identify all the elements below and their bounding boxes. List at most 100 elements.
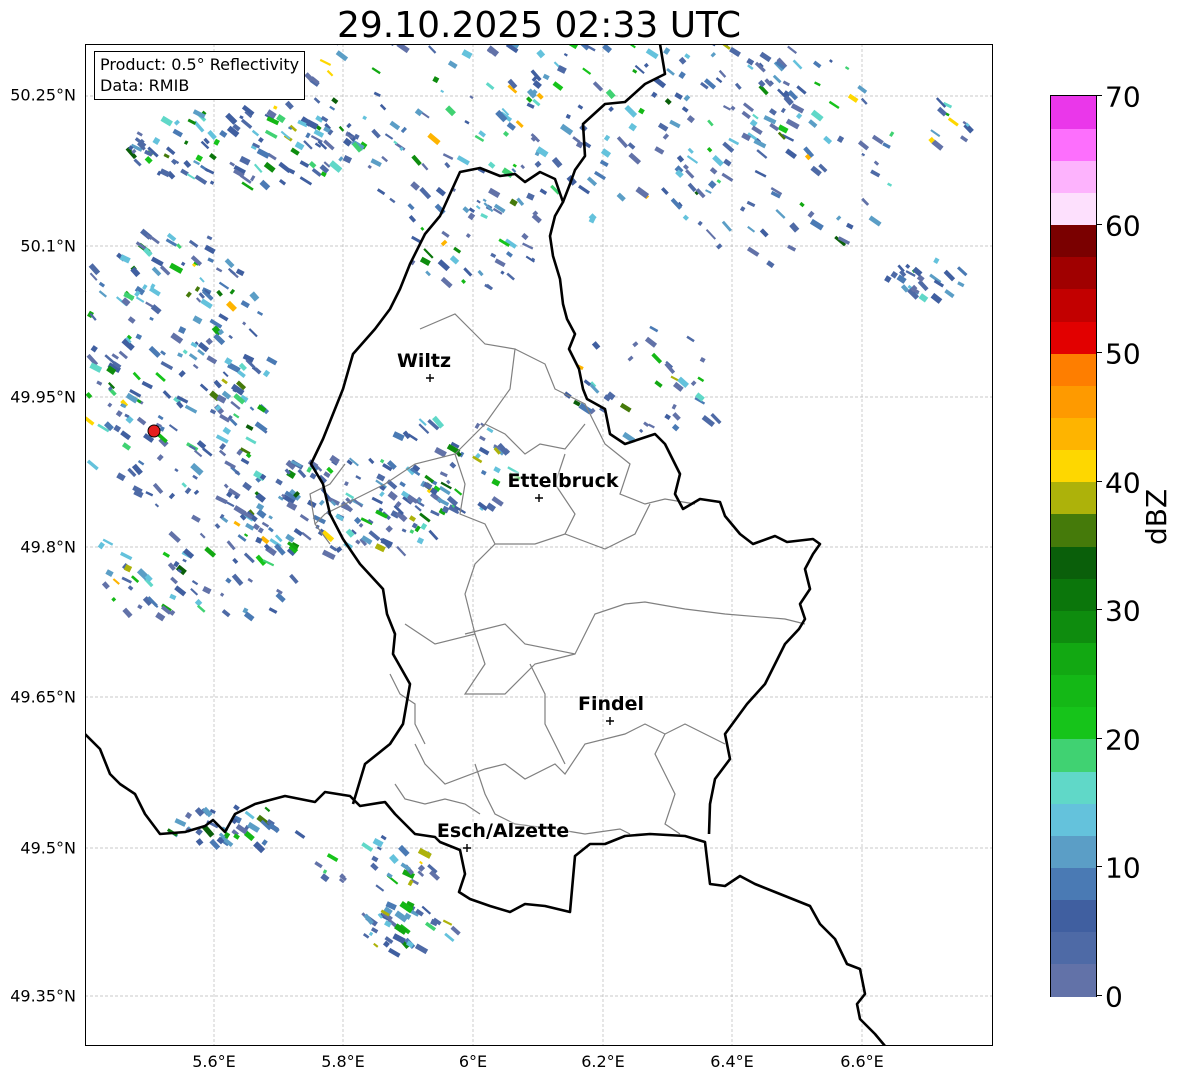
radar-echo — [417, 870, 425, 877]
radar-echo — [766, 260, 775, 269]
radar-echo — [206, 235, 213, 241]
radar-echo — [192, 109, 206, 119]
radar-echo — [686, 115, 695, 124]
radar-echo — [371, 855, 379, 863]
radar-echo — [442, 919, 453, 926]
radar-echo — [182, 558, 187, 563]
radar-echo — [215, 267, 223, 273]
radar-echo — [407, 203, 415, 211]
radar-echo — [141, 380, 153, 390]
radar-echo — [478, 446, 490, 456]
colorbar-bin — [1051, 288, 1096, 322]
radar-echo — [333, 44, 340, 46]
radar-echo — [111, 596, 117, 602]
radar-echo — [320, 873, 330, 883]
radar-echo — [662, 133, 670, 140]
radar-echo — [159, 265, 171, 276]
radar-echo — [101, 581, 110, 590]
canton-border — [314, 313, 516, 525]
colorbar-tick-label: 40 — [1105, 466, 1141, 500]
radar-echo — [414, 108, 423, 117]
radar-echo — [632, 341, 639, 348]
radar-echo — [303, 140, 313, 150]
radar-echo — [256, 148, 270, 159]
radar-echo — [396, 545, 407, 557]
radar-echo — [785, 148, 797, 160]
radar-echo — [396, 44, 410, 54]
radar-echo — [526, 192, 535, 201]
radar-echo — [285, 533, 295, 543]
radar-echo — [511, 168, 517, 173]
radar-echo — [318, 499, 325, 506]
radar-echo — [796, 85, 807, 95]
colorbar-tick — [1096, 352, 1102, 353]
colorbar-bin — [1051, 578, 1096, 611]
radar-echo — [121, 442, 132, 451]
radar-echo — [177, 352, 184, 358]
radar-echo — [182, 349, 188, 355]
radar-echo — [871, 134, 884, 145]
radar-echo — [297, 468, 307, 479]
radar-echo — [326, 853, 339, 862]
colorbar-bin — [1051, 674, 1096, 708]
radar-echo — [772, 74, 782, 84]
radar-echo — [242, 481, 252, 491]
radar-echo — [491, 496, 504, 507]
radar-echo — [686, 335, 695, 343]
radar-echo — [96, 380, 103, 386]
colorbar-bin — [1051, 867, 1096, 901]
colorbar-tick — [1096, 224, 1102, 225]
radar-echo — [627, 355, 634, 362]
radar-echo — [299, 514, 310, 522]
lat-tick-label: 49.95°N — [10, 387, 76, 407]
radar-echo — [329, 160, 343, 173]
radar-echo — [706, 146, 713, 153]
radar-echo — [247, 821, 260, 833]
radar-echo — [787, 244, 797, 252]
colorbar-label: dBZ — [1140, 488, 1173, 545]
radar-echo — [240, 457, 250, 465]
radar-echo — [233, 413, 240, 419]
radar-echo — [230, 400, 241, 410]
radar-echo — [379, 491, 385, 497]
radar-echo — [155, 371, 166, 382]
radar-echo — [373, 44, 380, 45]
radar-echo — [539, 188, 548, 195]
radar-echo — [224, 258, 235, 269]
radar-echo — [485, 502, 496, 512]
radar-echo — [643, 421, 650, 427]
lat-tick-label: 49.5°N — [20, 838, 76, 858]
radar-echo — [417, 864, 426, 872]
radar-echo — [664, 413, 671, 421]
radar-echo — [918, 293, 929, 303]
radar-echo — [420, 522, 428, 531]
city-marker — [463, 844, 471, 852]
radar-echo — [120, 430, 132, 441]
data-source-text: Data: RMIB — [100, 76, 190, 95]
colorbar-tick-label: 10 — [1105, 851, 1141, 885]
colorbar-bin — [1051, 899, 1096, 933]
radar-echo — [226, 300, 237, 312]
radar-echo — [542, 73, 550, 81]
lon-tick-label: 5.8°E — [321, 1052, 365, 1071]
radar-echo — [209, 408, 217, 415]
radar-echo — [732, 44, 740, 45]
radar-echo — [185, 291, 192, 298]
radar-echo — [515, 120, 524, 128]
radar-echo — [718, 69, 727, 78]
radar-echo — [410, 181, 420, 191]
radar-echo — [807, 210, 815, 219]
radar-echo — [227, 267, 236, 276]
radar-echo — [243, 552, 255, 564]
radar-echo — [215, 434, 229, 444]
city-label-wiltz: Wiltz — [396, 350, 452, 372]
radar-echo — [712, 155, 724, 167]
radar-echo — [193, 449, 203, 458]
radar-echo — [868, 215, 882, 227]
radar-echo — [233, 804, 240, 811]
radar-echo — [739, 206, 746, 212]
colorbar-bin — [1051, 803, 1096, 836]
radar-echo — [362, 115, 368, 121]
radar-echo — [462, 206, 470, 214]
radar-echo — [775, 209, 786, 219]
